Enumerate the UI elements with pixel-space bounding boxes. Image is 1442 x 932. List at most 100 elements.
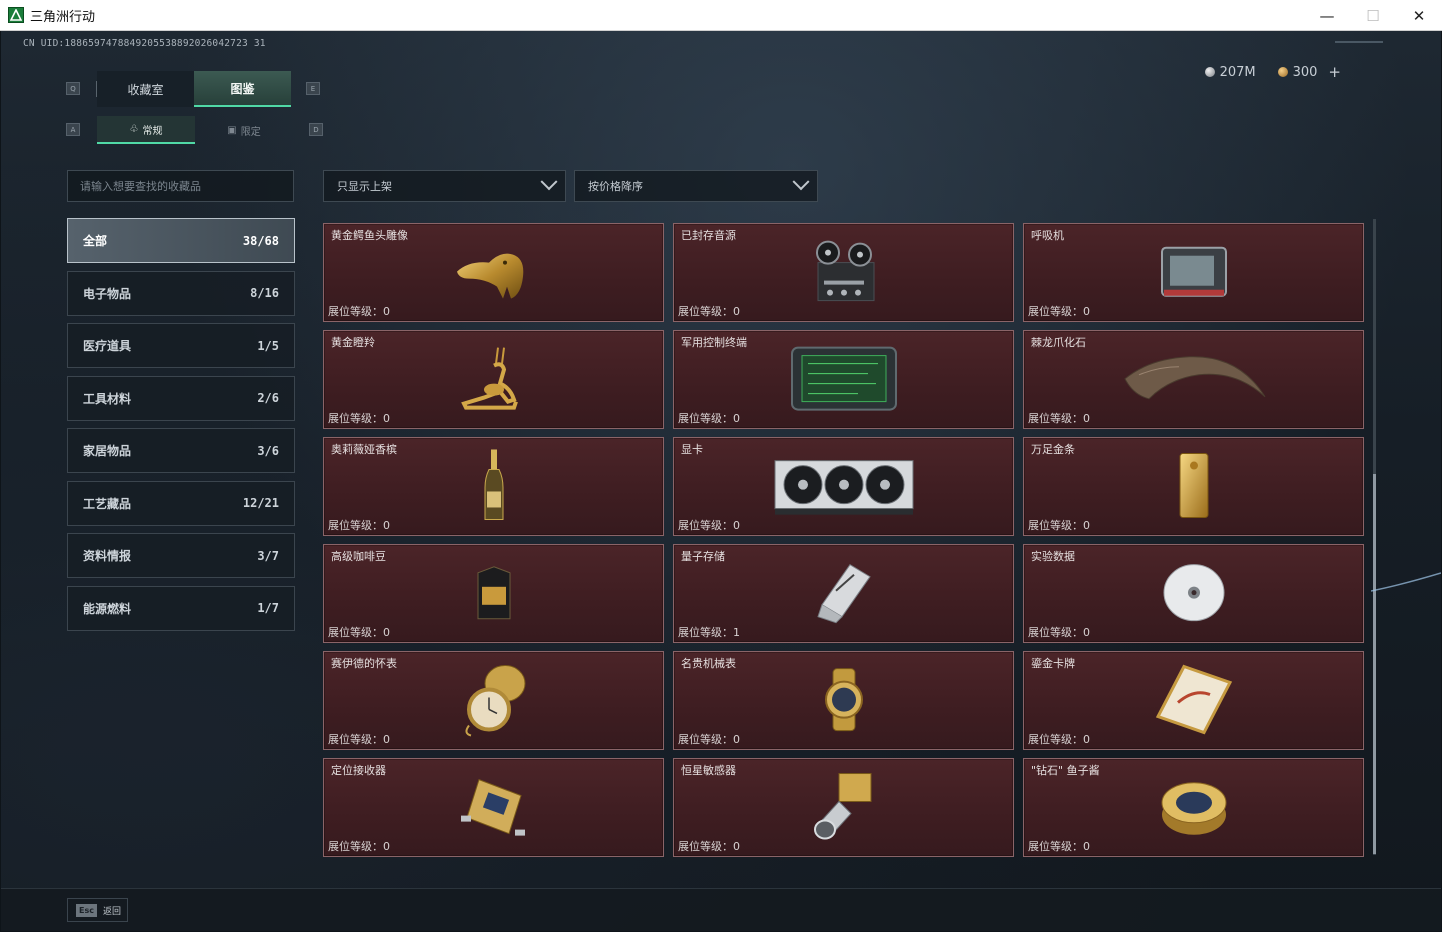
item-name: 已封存音源: [681, 229, 736, 242]
close-button[interactable]: ✕: [1396, 0, 1442, 31]
scrollbar-thumb[interactable]: [1373, 474, 1376, 854]
military-terminal-icon: [790, 346, 897, 411]
item-card[interactable]: 赛伊德的怀表 展位等级：0: [323, 651, 664, 750]
category-label: 工具材料: [83, 391, 132, 406]
key-hint-a: A: [66, 123, 80, 136]
item-level: 展位等级：0: [1028, 305, 1090, 318]
sub-tabs: ♧ 常规 ▣ 限定: [97, 116, 293, 144]
item-name: 实验数据: [1031, 550, 1075, 563]
key-hint-e: E: [306, 82, 320, 95]
category-label: 工艺藏品: [83, 496, 132, 511]
item-level: 展位等级：1: [678, 626, 740, 639]
category-electronics[interactable]: 电子物品 8/16: [67, 270, 295, 316]
item-name: 赛伊德的怀表: [331, 657, 397, 670]
star-sensor-icon: [813, 772, 871, 840]
item-name: 鎏金卡牌: [1031, 657, 1075, 670]
show-filter-value: 只显示上架: [337, 180, 392, 193]
item-card[interactable]: 定位接收器 展位等级：0: [323, 758, 664, 857]
add-currency-button[interactable]: +: [1328, 63, 1341, 81]
item-card[interactable]: 高级咖啡豆 展位等级：0: [323, 544, 664, 643]
tab-collection-room[interactable]: 收藏室: [97, 71, 194, 107]
gilded-card-icon: [1155, 664, 1232, 734]
pocket-watch-icon: [464, 664, 525, 736]
main-tabs: 收藏室 图鉴: [96, 71, 291, 107]
item-card[interactable]: "钻石" 鱼子酱 展位等级：0: [1023, 758, 1364, 857]
subtab-regular-label: 常规: [142, 125, 163, 137]
graphics-card-icon: [774, 459, 913, 515]
search-input[interactable]: 请输入想要查找的收藏品: [67, 170, 294, 202]
item-card[interactable]: 奥莉薇娅香槟 展位等级：0: [323, 437, 664, 536]
sort-dropdown[interactable]: 按价格降序: [574, 170, 818, 202]
category-intel[interactable]: 资料情报 3/7: [67, 533, 295, 578]
data-disc-icon: [1163, 563, 1224, 621]
item-level: 展位等级：0: [328, 840, 390, 853]
subtab-regular[interactable]: ♧ 常规: [97, 116, 195, 144]
item-card[interactable]: 名贵机械表 展位等级：0: [673, 651, 1014, 750]
category-all[interactable]: 全部 38/68: [67, 218, 295, 263]
item-level: 展位等级：0: [1028, 626, 1090, 639]
item-level: 展位等级：0: [678, 519, 740, 532]
item-card[interactable]: 黄金鳄鱼头雕像 展位等级：0: [323, 223, 664, 322]
reel-recorder-icon: [815, 240, 874, 301]
category-count: 3/7: [257, 548, 279, 563]
item-name: 万足金条: [1031, 443, 1075, 456]
back-button[interactable]: Esc 返回: [67, 898, 128, 922]
item-name: 名贵机械表: [681, 657, 736, 670]
category-count: 1/5: [257, 338, 279, 353]
item-card[interactable]: 实验数据 展位等级：0: [1023, 544, 1364, 643]
item-card[interactable]: 万足金条 展位等级：0: [1023, 437, 1364, 536]
category-crafts[interactable]: 工艺藏品 12/21: [67, 480, 295, 526]
item-name: 显卡: [681, 443, 703, 456]
minimize-button[interactable]: —: [1304, 0, 1350, 31]
category-count: 2/6: [257, 391, 279, 405]
category-fuel[interactable]: 能源燃料 1/7: [67, 585, 295, 631]
player-uid: CN UID:1886597478849205538892026042723 3…: [23, 38, 266, 49]
item-level: 展位等级：0: [328, 733, 390, 746]
app-logo-icon: [8, 7, 24, 23]
item-level: 展位等级：0: [678, 733, 740, 746]
subtab-limited-label: 限定: [240, 126, 261, 138]
category-household[interactable]: 家居物品 3/6: [67, 428, 295, 473]
grid-scrollbar[interactable]: [1373, 219, 1376, 855]
item-name: 军用控制终端: [681, 336, 747, 349]
item-card[interactable]: 恒星敏感器 展位等级：0: [673, 758, 1014, 857]
item-level: 展位等级：0: [678, 840, 740, 853]
tab-catalog[interactable]: 图鉴: [194, 71, 291, 107]
item-card[interactable]: 棘龙爪化石 展位等级：0: [1023, 330, 1364, 429]
background-light-streak: [1371, 572, 1441, 592]
chevron-down-icon: [540, 173, 558, 191]
item-name: 高级咖啡豆: [331, 550, 386, 563]
item-card[interactable]: 呼吸机 展位等级：0: [1023, 223, 1364, 322]
item-name: 定位接收器: [331, 764, 386, 777]
category-count: 38/68: [242, 233, 279, 248]
item-card[interactable]: 已封存音源 展位等级：0: [673, 223, 1014, 322]
item-card[interactable]: 量子存储 展位等级：1: [673, 544, 1014, 643]
item-card[interactable]: 黄金瞪羚 展位等级：0: [323, 330, 664, 429]
item-level: 展位等级：0: [1028, 412, 1090, 425]
golden-gazelle-icon: [460, 346, 518, 410]
item-level: 展位等级：0: [328, 305, 390, 318]
item-card[interactable]: 军用控制终端 展位等级：0: [673, 330, 1014, 429]
category-count: 1/7: [257, 601, 279, 615]
window-title: 三角洲行动: [30, 9, 96, 25]
item-level: 展位等级：0: [1028, 840, 1090, 853]
item-card[interactable]: 显卡 展位等级：0: [673, 437, 1014, 536]
category-label: 家居物品: [83, 444, 132, 458]
item-card[interactable]: 鎏金卡牌 展位等级：0: [1023, 651, 1364, 750]
item-level: 展位等级：0: [328, 626, 390, 639]
ventilator-icon: [1160, 246, 1227, 297]
item-name: 棘龙爪化石: [1031, 336, 1086, 349]
show-filter-dropdown[interactable]: 只显示上架: [323, 170, 566, 202]
category-medical[interactable]: 医疗道具 1/5: [67, 323, 295, 368]
item-level: 展位等级：0: [678, 412, 740, 425]
game-viewport: CN UID:1886597478849205538892026042723 3…: [1, 31, 1441, 931]
gold-bar-icon: [1179, 452, 1208, 518]
subtab-limited[interactable]: ▣ 限定: [195, 116, 293, 144]
back-label: 返回: [102, 906, 121, 917]
category-tools[interactable]: 工具材料 2/6: [67, 375, 295, 421]
chevron-down-icon: [792, 173, 810, 191]
category-label: 电子物品: [83, 286, 132, 301]
claw-fossil-icon: [1123, 355, 1265, 399]
regular-tab-icon: ♧: [129, 123, 139, 135]
maximize-button[interactable]: ☐: [1350, 0, 1396, 31]
